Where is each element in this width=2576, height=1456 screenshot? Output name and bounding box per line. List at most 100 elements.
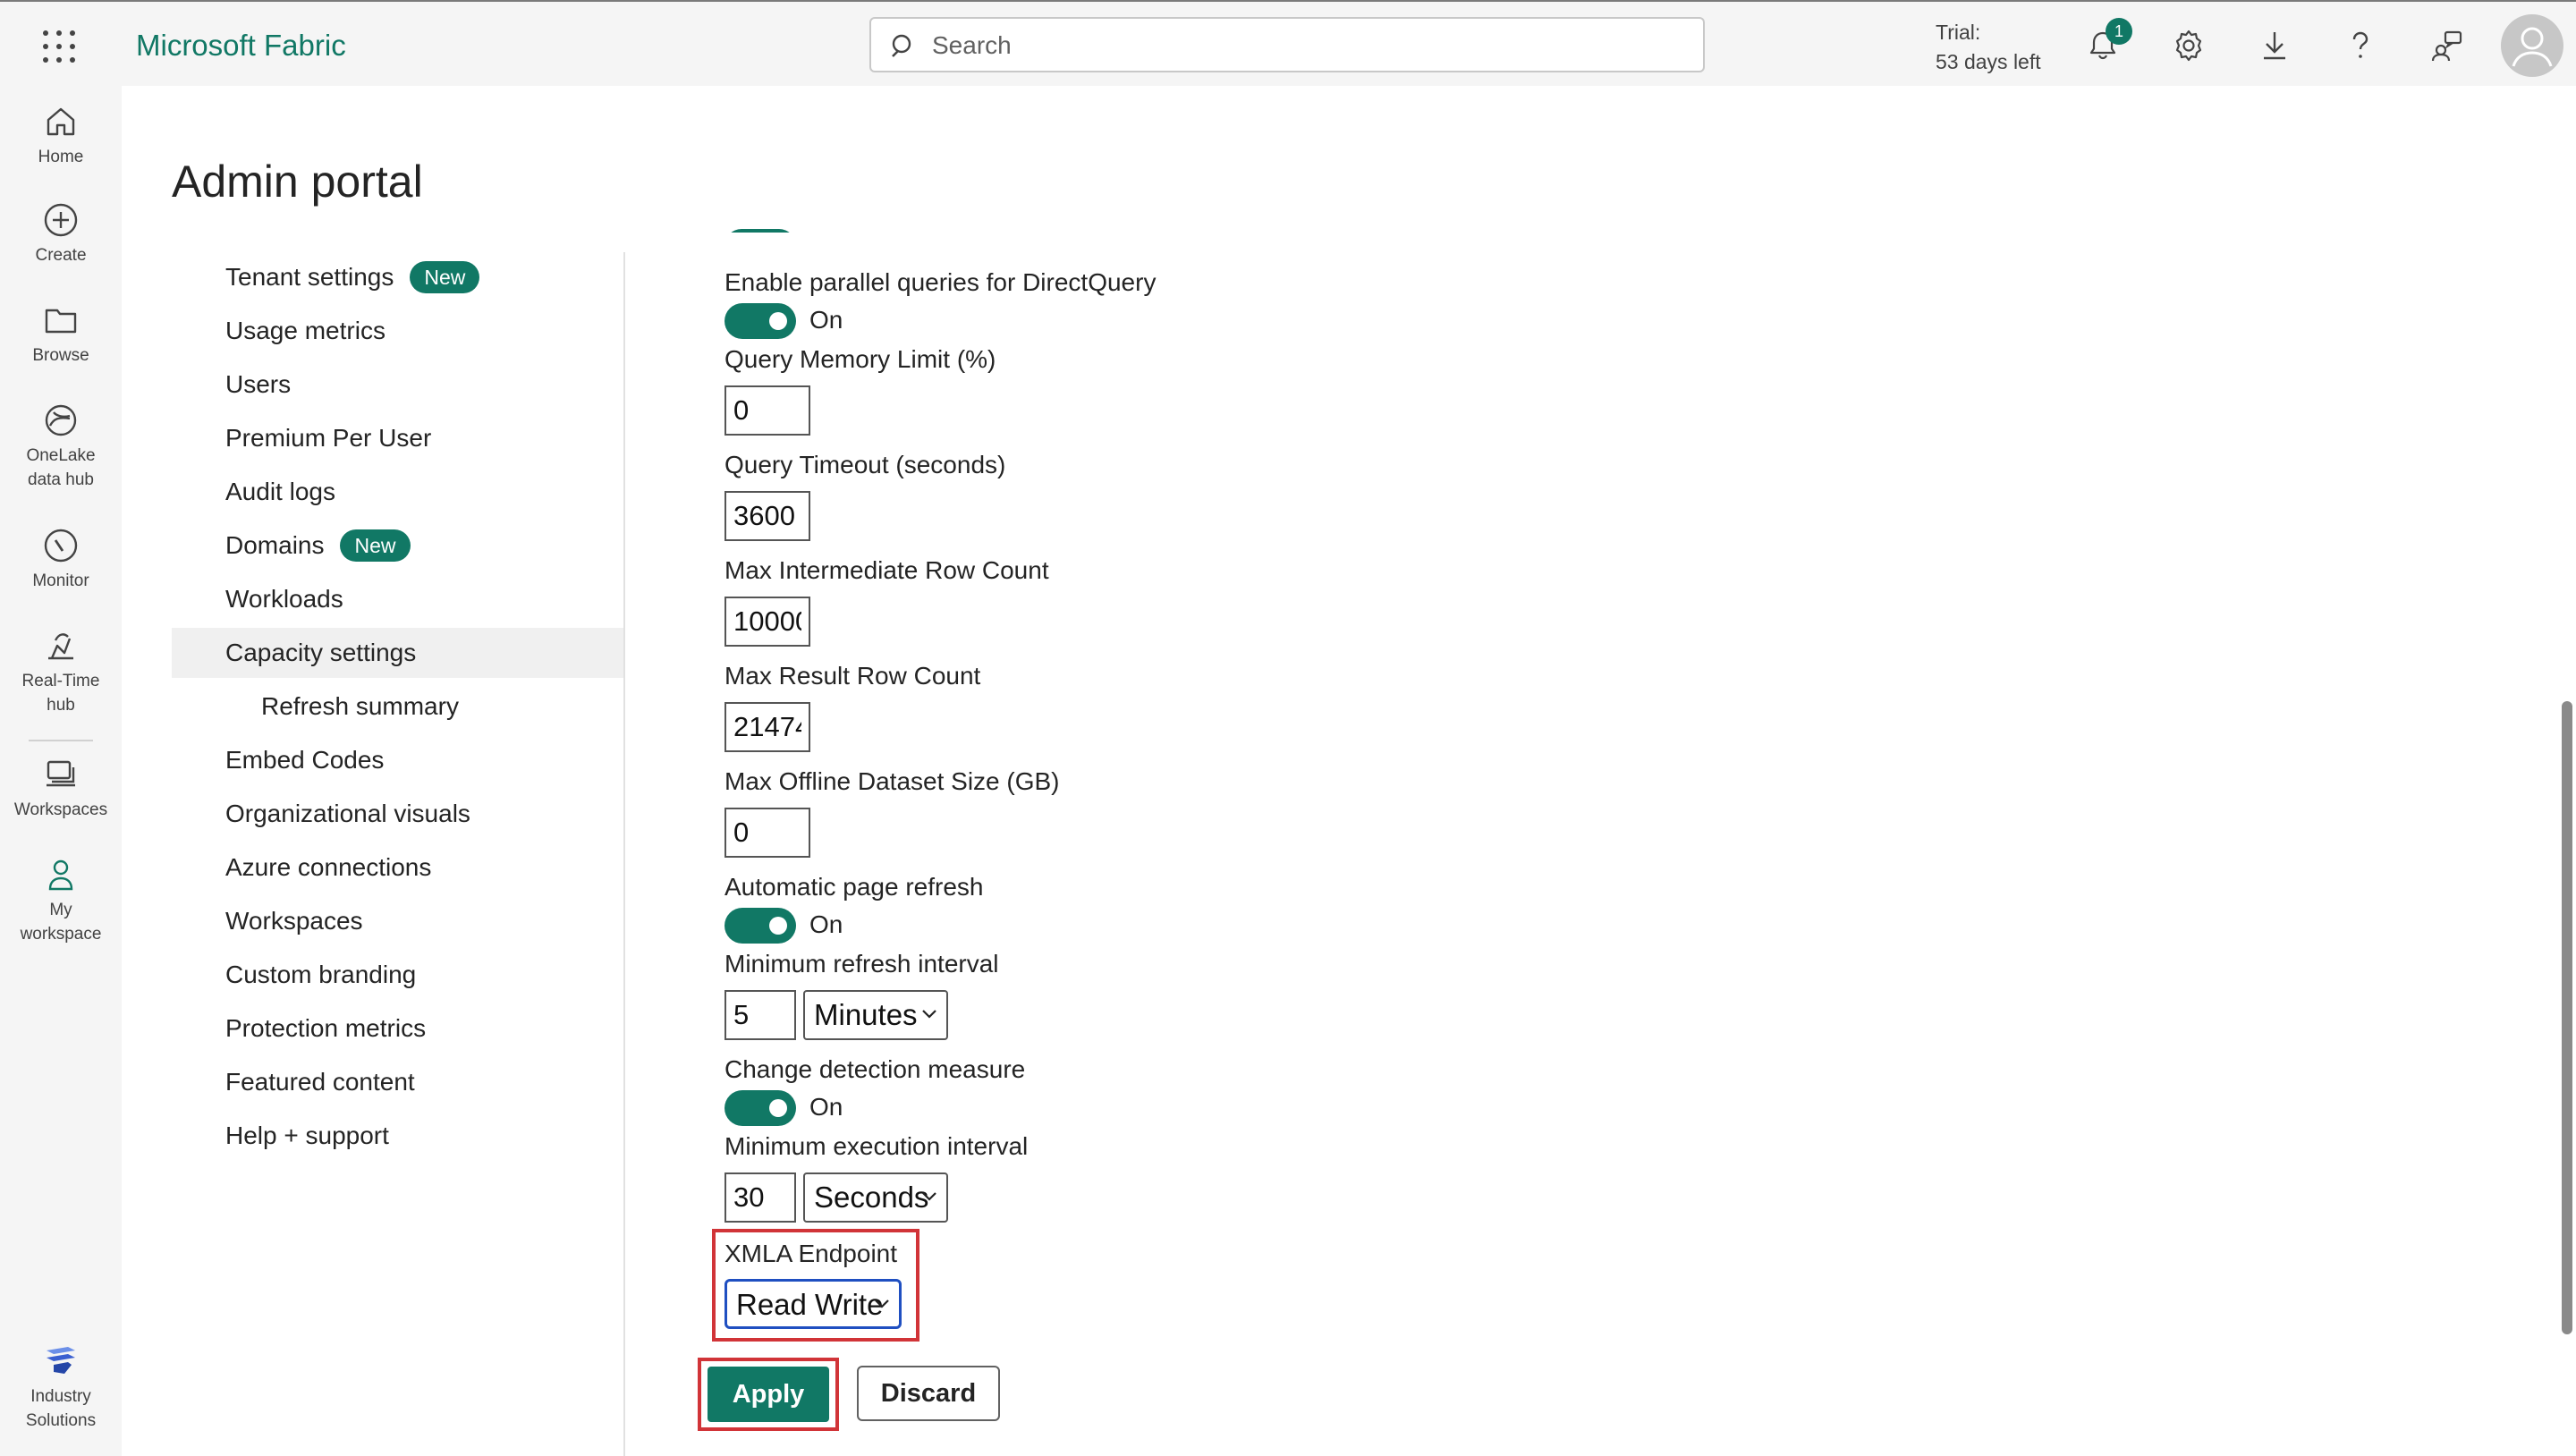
chevron-down-icon — [922, 1192, 936, 1201]
parallel-queries-toggle[interactable] — [724, 303, 796, 339]
settings-nav-usage-metrics[interactable]: Usage metrics — [172, 306, 624, 356]
chevron-down-icon — [875, 1299, 889, 1308]
settings-nav-workspaces[interactable]: Workspaces — [172, 896, 624, 946]
settings-nav-users[interactable]: Users — [172, 360, 624, 410]
nav-monitor-label: Monitor — [32, 571, 89, 590]
xmla-endpoint-value: Read Write — [736, 1288, 884, 1321]
nav-my-workspace-label-line1: My — [49, 901, 72, 919]
gear-icon — [2175, 30, 2202, 62]
settings-nav-label: Premium Per User — [225, 424, 432, 452]
nav-home-label: Home — [38, 148, 84, 166]
feedback-icon — [2431, 30, 2462, 62]
new-badge: New — [410, 260, 480, 293]
automatic-page-refresh-state: On — [809, 910, 843, 938]
feedback-button[interactable] — [2426, 25, 2467, 66]
settings-nav-label: Tenant settings — [225, 263, 394, 291]
notification-count-badge: 1 — [2106, 18, 2132, 45]
settings-nav-label: Capacity settings — [225, 639, 417, 666]
nav-onelake-label-line2: data hub — [28, 470, 94, 489]
automatic-page-refresh-toggle[interactable] — [724, 908, 796, 944]
parallel-queries-label: Enable parallel queries for DirectQuery — [724, 268, 1157, 296]
nav-workspaces-label: Workspaces — [13, 800, 108, 819]
settings-nav-domains[interactable]: Domains New — [172, 521, 624, 571]
settings-nav-embed-codes[interactable]: Embed Codes — [172, 735, 624, 785]
section-divider — [623, 252, 625, 1456]
nav-industry-solutions[interactable]: Industry Solutions — [0, 1343, 122, 1433]
search-input[interactable] — [930, 24, 1685, 67]
nav-realtime-label-line1: Real-Time — [21, 672, 100, 690]
nav-my-workspace[interactable]: My workspace — [0, 857, 122, 946]
workspaces-icon — [47, 760, 75, 787]
max-result-row-count-input[interactable] — [724, 702, 810, 752]
settings-nav-label: Users — [225, 370, 292, 398]
left-navigation: Home Create Browse OneLake data hub Moni… — [0, 86, 122, 1456]
settings-nav-audit-logs[interactable]: Audit logs — [172, 467, 624, 517]
max-offline-dataset-size-input[interactable] — [724, 808, 810, 858]
query-timeout-input[interactable] — [724, 491, 810, 541]
minimum-refresh-interval-label: Minimum refresh interval — [724, 950, 999, 978]
xmla-endpoint-select[interactable]: Read Write — [724, 1279, 902, 1329]
query-memory-limit-input[interactable] — [724, 385, 810, 436]
nav-browse-label: Browse — [32, 346, 89, 365]
help-button[interactable] — [2340, 25, 2381, 66]
trial-status[interactable]: Trial: 53 days left — [1936, 18, 2041, 77]
nav-industry-label: Industry Solutions — [0, 1384, 122, 1433]
execution-interval-unit-select[interactable]: Seconds — [803, 1172, 948, 1223]
search-box[interactable] — [869, 17, 1705, 72]
execution-interval-unit-value: Seconds — [814, 1181, 929, 1214]
refresh-interval-unit-select[interactable]: Minutes — [803, 990, 948, 1040]
nav-create[interactable]: Create — [0, 202, 122, 267]
settings-nav-label: Protection metrics — [225, 1014, 427, 1042]
settings-nav-help-support[interactable]: Help + support — [172, 1111, 624, 1161]
vertical-scrollbar[interactable] — [2562, 701, 2572, 1334]
settings-nav-premium-per-user[interactable]: Premium Per User — [172, 413, 624, 463]
nav-monitor[interactable]: Monitor — [0, 528, 122, 593]
change-detection-measure-toggle[interactable] — [724, 1090, 796, 1126]
nav-onelake-data-hub[interactable]: OneLake data hub — [0, 402, 122, 492]
avatar[interactable] — [2501, 14, 2563, 77]
minimum-refresh-interval-input[interactable] — [724, 990, 796, 1040]
settings-nav-tenant-settings[interactable]: Tenant settings New — [172, 252, 624, 302]
settings-nav-label: Domains — [225, 531, 325, 559]
nav-home[interactable]: Home — [0, 104, 122, 169]
nav-onelake-label-line1: OneLake — [26, 446, 96, 465]
nav-workspaces[interactable]: Workspaces — [0, 757, 122, 822]
change-detection-measure-state: On — [809, 1093, 843, 1121]
apply-button[interactable]: Apply — [708, 1367, 829, 1422]
onelake-icon — [45, 404, 77, 436]
settings-nav-organizational-visuals[interactable]: Organizational visuals — [172, 789, 624, 839]
nav-real-time-hub[interactable]: Real-Time hub — [0, 628, 122, 717]
realtime-hub-icon — [48, 633, 73, 660]
toggle-knob — [769, 1099, 787, 1117]
settings-nav-label: Embed Codes — [225, 746, 385, 774]
settings-nav-azure-connections[interactable]: Azure connections — [172, 842, 624, 893]
search-icon — [892, 34, 911, 57]
max-intermediate-row-count-input[interactable] — [724, 597, 810, 647]
settings-nav-featured-content[interactable]: Featured content — [172, 1057, 624, 1107]
app-launcher-icon[interactable] — [43, 30, 75, 63]
settings-nav-workloads[interactable]: Workloads — [172, 574, 624, 624]
nav-divider — [29, 740, 93, 741]
brand-title[interactable]: Microsoft Fabric — [136, 29, 346, 63]
settings-nav-protection-metrics[interactable]: Protection metrics — [172, 1003, 624, 1054]
nav-create-label: Create — [35, 246, 87, 265]
settings-nav-custom-branding[interactable]: Custom branding — [172, 950, 624, 1000]
settings-nav-refresh-summary[interactable]: Refresh summary — [172, 681, 624, 732]
nav-browse[interactable]: Browse — [0, 302, 122, 368]
settings-button[interactable] — [2168, 25, 2209, 66]
query-memory-limit-label: Query Memory Limit (%) — [724, 345, 996, 373]
nav-my-workspace-label: My workspace — [0, 898, 122, 946]
question-mark-icon — [2352, 31, 2368, 58]
discard-button[interactable]: Discard — [857, 1366, 1000, 1421]
settings-nav-label: Organizational visuals — [225, 800, 470, 827]
max-offline-dataset-size-label: Max Offline Dataset Size (GB) — [724, 767, 1060, 795]
chevron-down-icon — [922, 1010, 936, 1019]
main-content: Admin portal Tenant settings New Usage me… — [122, 86, 2576, 1456]
minimum-execution-interval-input[interactable] — [724, 1172, 796, 1223]
trial-label: Trial: — [1936, 21, 1981, 44]
home-icon — [47, 107, 75, 136]
user-avatar-icon — [2512, 27, 2553, 67]
settings-nav-capacity-settings[interactable]: Capacity settings — [172, 628, 624, 678]
settings-nav-label: Usage metrics — [225, 317, 386, 344]
download-button[interactable] — [2254, 25, 2295, 66]
